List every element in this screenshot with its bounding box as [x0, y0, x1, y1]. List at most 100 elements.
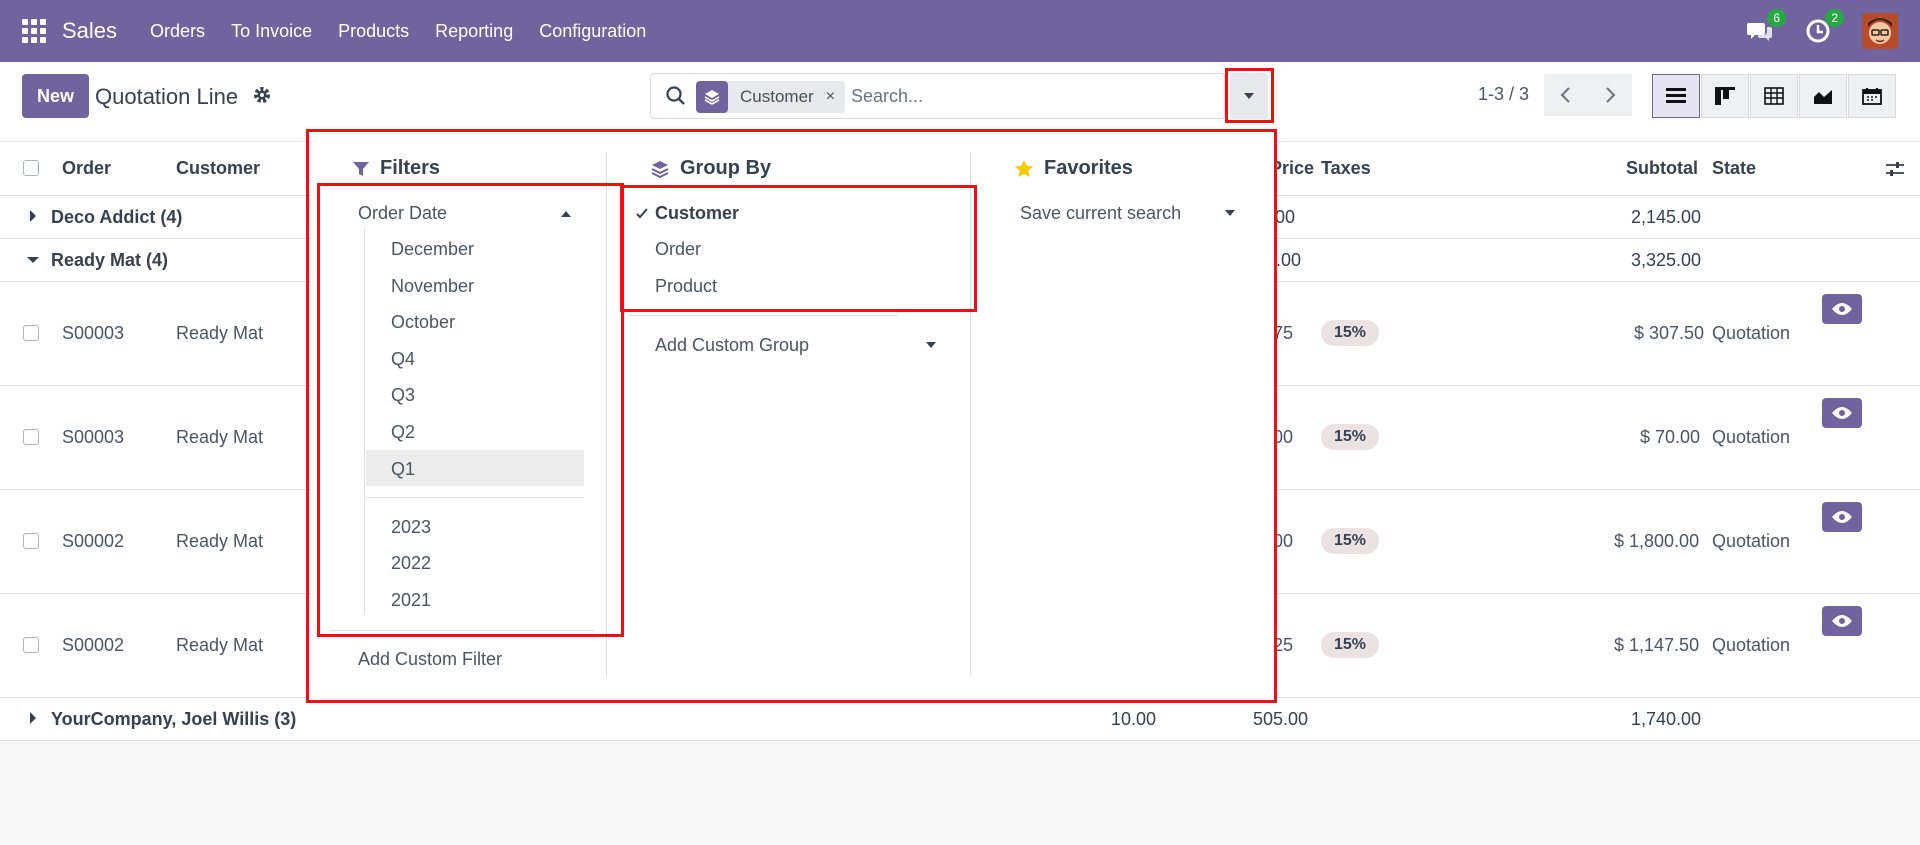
filter-quarter[interactable]: Q1	[391, 459, 415, 480]
pivot-view-button[interactable]	[1750, 74, 1798, 118]
activities-badge: 2	[1825, 9, 1844, 27]
layers-icon	[696, 81, 728, 113]
group-row[interactable]: YourCompany, Joel Willis (3) 10.00 505.0…	[0, 698, 1920, 741]
group-name: Deco Addict (4)	[51, 207, 183, 227]
cell-order: S00003	[62, 323, 125, 343]
filter-month[interactable]: October	[391, 312, 455, 333]
filter-year[interactable]: 2022	[391, 553, 431, 574]
col-price[interactable]: Price	[1270, 158, 1314, 179]
col-customer[interactable]: Customer	[176, 158, 260, 179]
cell-subtotal: $ 1,800.00	[1614, 531, 1700, 551]
facet-label: Customer	[740, 87, 814, 106]
divider	[628, 315, 898, 316]
menu-orders[interactable]: Orders	[150, 21, 205, 42]
pager-previous-button[interactable]	[1544, 74, 1588, 116]
filter-year[interactable]: 2021	[391, 590, 431, 611]
list-view-button[interactable]	[1652, 74, 1700, 118]
eye-icon	[1832, 615, 1852, 627]
caret-down-icon	[27, 257, 39, 263]
table-icon	[1764, 87, 1784, 105]
group-subtotal: 1,740.00	[1631, 709, 1702, 729]
divider	[366, 497, 584, 498]
search-bar[interactable]: Customer ×	[650, 73, 1225, 119]
messages-icon[interactable]: 6	[1746, 9, 1786, 45]
cell-state: Quotation	[1712, 323, 1791, 343]
cell-customer: Ready Mat	[176, 323, 264, 343]
menu-to-invoice[interactable]: To Invoice	[231, 21, 312, 42]
col-state[interactable]: State	[1712, 158, 1756, 179]
filter-quarter[interactable]: Q3	[391, 385, 415, 406]
groupby-customer[interactable]: Customer	[655, 203, 739, 224]
view-button[interactable]	[1822, 502, 1862, 532]
save-current-search[interactable]: Save current search	[1020, 203, 1181, 224]
col-subtotal[interactable]: Subtotal	[1626, 158, 1698, 179]
groupby-title: Group By	[650, 157, 771, 180]
pager-value[interactable]: 1-3 / 3	[1478, 84, 1529, 105]
cell-customer: Ready Mat	[176, 635, 264, 655]
activity-clock-icon[interactable]: 2	[1804, 9, 1844, 45]
filter-month[interactable]: November	[391, 276, 474, 297]
caret-down-icon[interactable]	[926, 342, 936, 348]
view-button[interactable]	[1822, 398, 1862, 428]
search-facet-groupby: Customer ×	[696, 81, 846, 113]
view-button[interactable]	[1822, 294, 1862, 324]
search-options-toggle[interactable]	[1230, 73, 1268, 119]
group-price: 505.00	[1253, 709, 1309, 729]
kanban-view-button[interactable]	[1701, 74, 1749, 118]
pager-next-button[interactable]	[1588, 74, 1632, 116]
cell-state: Quotation	[1712, 531, 1791, 551]
groupby-order[interactable]: Order	[655, 239, 701, 260]
new-button[interactable]: New	[22, 74, 89, 118]
select-all-checkbox[interactable]	[23, 160, 39, 176]
eye-icon	[1832, 303, 1852, 315]
cell-subtotal: $ 70.00	[1640, 427, 1701, 447]
groupby-product[interactable]: Product	[655, 276, 717, 297]
col-order[interactable]: Order	[62, 158, 111, 179]
tax-badge: 15%	[1321, 320, 1380, 346]
search-icon[interactable]	[665, 85, 687, 107]
search-panel-dropdown: Filters Order Date December November Oct…	[310, 132, 1275, 700]
divider	[330, 630, 594, 631]
filter-quarter[interactable]: Q4	[391, 349, 415, 370]
filter-order-date[interactable]: Order Date	[358, 203, 447, 224]
cell-customer: Ready Mat	[176, 427, 264, 447]
eye-icon	[1832, 407, 1852, 419]
calendar-icon	[1862, 88, 1882, 105]
view-button[interactable]	[1822, 606, 1862, 636]
filter-year[interactable]: 2023	[391, 517, 431, 538]
favorites-title: Favorites	[1014, 157, 1133, 180]
optional-columns-icon[interactable]	[1885, 160, 1905, 178]
app-name[interactable]: Sales	[62, 18, 117, 44]
row-checkbox[interactable]	[23, 325, 39, 341]
graph-view-button[interactable]	[1799, 74, 1847, 118]
caret-down-icon	[1244, 93, 1254, 99]
calendar-view-button[interactable]	[1848, 74, 1896, 118]
control-panel: New Quotation Line Customer × 1-3 / 3	[0, 62, 1920, 142]
cell-subtotal: $ 1,147.50	[1614, 635, 1700, 655]
add-custom-filter[interactable]: Add Custom Filter	[358, 649, 502, 670]
col-taxes[interactable]: Taxes	[1321, 158, 1371, 179]
star-icon	[1015, 159, 1033, 177]
row-checkbox[interactable]	[23, 429, 39, 445]
filter-quarter[interactable]: Q2	[391, 422, 415, 443]
user-avatar[interactable]	[1862, 13, 1898, 49]
caret-right-icon	[30, 712, 36, 724]
facet-remove-button[interactable]: ×	[826, 88, 835, 106]
filter-icon	[353, 161, 369, 176]
row-checkbox[interactable]	[23, 637, 39, 653]
menu-reporting[interactable]: Reporting	[435, 21, 513, 42]
search-input[interactable]	[851, 82, 1151, 110]
app-menu-icon[interactable]	[22, 19, 46, 43]
menu-products[interactable]: Products	[338, 21, 409, 42]
add-custom-group[interactable]: Add Custom Group	[655, 335, 809, 356]
menu-configuration[interactable]: Configuration	[539, 21, 646, 42]
caret-down-icon[interactable]	[1225, 210, 1235, 216]
caret-right-icon	[30, 210, 36, 222]
checkmark-icon	[636, 208, 648, 219]
cell-customer: Ready Mat	[176, 531, 264, 551]
kanban-icon	[1715, 87, 1735, 105]
page-title: Quotation Line	[95, 84, 239, 109]
row-checkbox[interactable]	[23, 533, 39, 549]
gear-icon[interactable]	[252, 85, 272, 105]
filter-month[interactable]: December	[391, 239, 474, 260]
